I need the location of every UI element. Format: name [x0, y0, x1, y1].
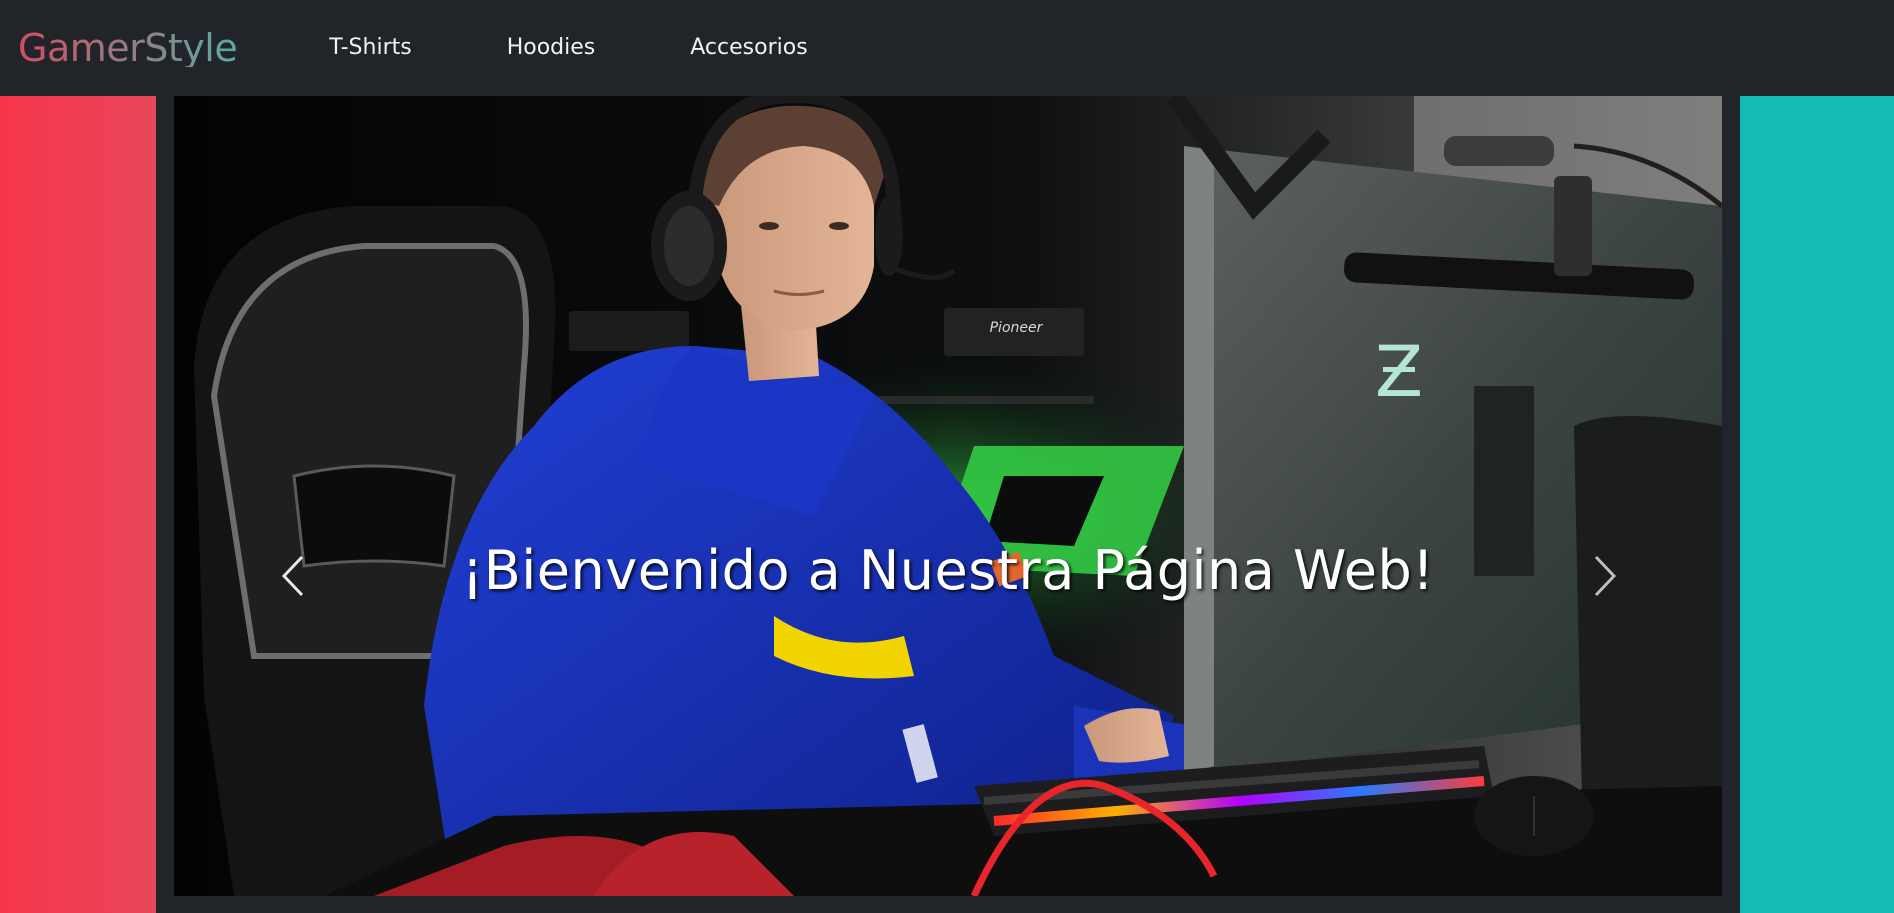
- navbar: GamerStyle T-Shirts Hoodies Accesorios: [0, 0, 1894, 96]
- nav-link-accesorios[interactable]: Accesorios: [690, 37, 807, 59]
- nav-link-hoodies[interactable]: Hoodies: [507, 37, 596, 59]
- hero-carousel: Pioneer Ƶ ¡Bienvenido a Nuestra Página W…: [174, 96, 1722, 896]
- carousel-slide-image: Pioneer Ƶ: [174, 96, 1722, 896]
- left-side-panel: [0, 96, 156, 913]
- speaker-brand-text: Pioneer: [990, 320, 1044, 336]
- brand-logo[interactable]: GamerStyle: [18, 29, 238, 67]
- carousel-caption: ¡Bienvenido a Nuestra Página Web!: [461, 539, 1435, 602]
- nav-link-tshirts[interactable]: T-Shirts: [329, 37, 412, 59]
- carousel-prev-button[interactable]: [274, 551, 314, 601]
- carousel-next-button[interactable]: [1584, 551, 1624, 601]
- right-side-panel: [1740, 96, 1894, 913]
- chevron-right-icon: [1594, 555, 1617, 597]
- monitor-logo-text: Ƶ: [1375, 331, 1423, 413]
- chevron-left-icon: [281, 555, 304, 597]
